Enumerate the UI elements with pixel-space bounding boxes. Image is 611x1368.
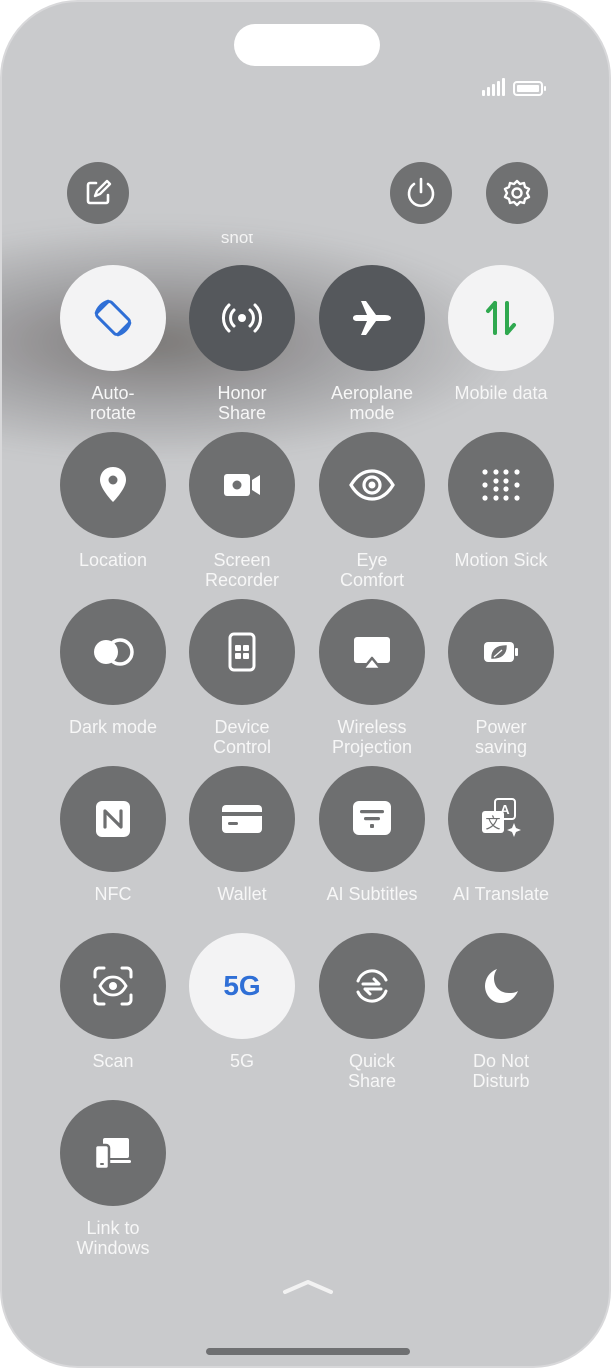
- tile-5g[interactable]: 5G 5G: [177, 933, 307, 1071]
- tile-button[interactable]: A 文: [448, 766, 554, 872]
- tile-button[interactable]: [448, 599, 554, 705]
- tile-ai-subtitles[interactable]: AI Subtitles: [307, 766, 437, 904]
- tile-label: Location: [78, 550, 148, 570]
- nfc-icon: [96, 801, 130, 837]
- tile-button[interactable]: [60, 766, 166, 872]
- tile-label: Screen Recorder: [204, 550, 280, 590]
- tile-label: Wallet: [217, 884, 267, 904]
- tile-label: AI Subtitles: [326, 884, 418, 904]
- battery-icon: [513, 81, 546, 96]
- tile-mobile-data[interactable]: Mobile data: [436, 265, 566, 403]
- tile-button[interactable]: [189, 766, 295, 872]
- tile-button[interactable]: [189, 432, 295, 538]
- tile-button[interactable]: [60, 933, 166, 1039]
- screen-recorder-icon: [224, 474, 260, 496]
- control-center-panel: shot Auto- rotate Honor Share Aeroplane …: [0, 0, 611, 1368]
- tile-button[interactable]: [319, 432, 425, 538]
- ai-subtitles-icon: [353, 801, 391, 835]
- tile-label: Motion Sick: [454, 550, 548, 570]
- ai-translate-icon: A 文: [482, 798, 521, 837]
- tile-button[interactable]: [319, 265, 425, 371]
- tile-screen-recorder[interactable]: Screen Recorder: [177, 432, 307, 590]
- dark-mode-icon: [94, 638, 134, 666]
- tile-label: Power saving: [474, 717, 528, 757]
- tile-aeroplane-mode[interactable]: Aeroplane mode: [307, 265, 437, 423]
- tile-wireless-projection[interactable]: Wireless Projection: [307, 599, 437, 757]
- tile-button[interactable]: [448, 432, 554, 538]
- svg-text:文: 文: [485, 814, 500, 832]
- status-bar: [482, 78, 546, 96]
- tile-label: Link to Windows: [76, 1218, 150, 1258]
- tile-button[interactable]: [448, 265, 554, 371]
- wireless-projection-icon: [354, 637, 390, 671]
- tile-button[interactable]: [448, 933, 554, 1039]
- gear-icon: [503, 179, 531, 207]
- edit-button[interactable]: [67, 162, 129, 224]
- tile-power-saving[interactable]: Power saving: [436, 599, 566, 757]
- tile-nfc[interactable]: NFC: [48, 766, 178, 904]
- power-saving-icon: [484, 642, 518, 662]
- power-button[interactable]: [390, 162, 452, 224]
- tile-label: Aeroplane mode: [330, 383, 414, 423]
- tile-quick-share[interactable]: Quick Share: [307, 933, 437, 1091]
- tile-button[interactable]: [189, 599, 295, 705]
- tile-scan[interactable]: Scan: [48, 933, 178, 1071]
- tile-button[interactable]: [319, 933, 425, 1039]
- tile-label: Eye Comfort: [339, 550, 404, 590]
- tile-label: Honor Share: [217, 383, 267, 423]
- power-icon: [407, 177, 435, 207]
- device-control-icon: [228, 632, 256, 672]
- tile-ai-translate[interactable]: A 文 AI Translate: [436, 766, 566, 904]
- tile-button[interactable]: [60, 1100, 166, 1206]
- tile-wallet[interactable]: Wallet: [177, 766, 307, 904]
- tile-label: Wireless Projection: [331, 717, 413, 757]
- camera-notch: [234, 24, 380, 66]
- tile-do-not-disturb[interactable]: Do Not Disturb: [436, 933, 566, 1091]
- 5g-icon: 5G: [223, 970, 261, 1001]
- tile-eye-comfort[interactable]: Eye Comfort: [307, 432, 437, 590]
- tile-device-control[interactable]: Device Control: [177, 599, 307, 757]
- tile-label: 5G: [229, 1051, 254, 1071]
- tile-button[interactable]: [60, 599, 166, 705]
- wallet-icon: [222, 805, 262, 833]
- auto-rotate-icon: [94, 299, 132, 337]
- home-indicator[interactable]: [206, 1348, 410, 1355]
- tile-label: Do Not Disturb: [472, 1051, 530, 1091]
- moon-icon: [485, 969, 518, 1003]
- motion-sick-icon: [482, 469, 520, 501]
- tile-label: Scan: [92, 1051, 134, 1071]
- location-icon: [100, 467, 126, 502]
- tile-label: Device Control: [212, 717, 272, 757]
- chevron-up-icon[interactable]: [282, 1278, 334, 1296]
- tile-label: NFC: [94, 884, 132, 904]
- tile-button[interactable]: 5G: [189, 933, 295, 1039]
- edit-icon: [86, 179, 112, 205]
- link-to-windows-icon: [93, 1138, 131, 1171]
- quick-share-icon: [356, 969, 388, 1003]
- tile-button[interactable]: [189, 265, 295, 371]
- tile-button[interactable]: [60, 432, 166, 538]
- tile-button[interactable]: [319, 599, 425, 705]
- tile-dark-mode[interactable]: Dark mode: [48, 599, 178, 737]
- tile-motion-sick[interactable]: Motion Sick: [436, 432, 566, 570]
- tile-label: Quick Share: [347, 1051, 397, 1091]
- tile-label: Auto- rotate: [89, 383, 137, 423]
- airplane-icon: [353, 301, 391, 335]
- tile-honor-share[interactable]: Honor Share: [177, 265, 307, 423]
- scrolled-tile-label: shot: [220, 234, 254, 247]
- tile-location[interactable]: Location: [48, 432, 178, 570]
- eye-icon: [349, 469, 395, 501]
- tile-button[interactable]: [319, 766, 425, 872]
- mobile-data-icon: [486, 301, 516, 335]
- tile-link-to-windows[interactable]: Link to Windows: [48, 1100, 178, 1258]
- tile-label: AI Translate: [452, 884, 550, 904]
- tile-auto-rotate[interactable]: Auto- rotate: [48, 265, 178, 423]
- tile-label: Mobile data: [454, 383, 548, 403]
- signal-icon: [482, 78, 505, 96]
- tile-label: Dark mode: [68, 717, 158, 737]
- honor-share-icon: [222, 303, 262, 333]
- settings-button[interactable]: [486, 162, 548, 224]
- scan-icon: [93, 966, 133, 1006]
- tile-button[interactable]: [60, 265, 166, 371]
